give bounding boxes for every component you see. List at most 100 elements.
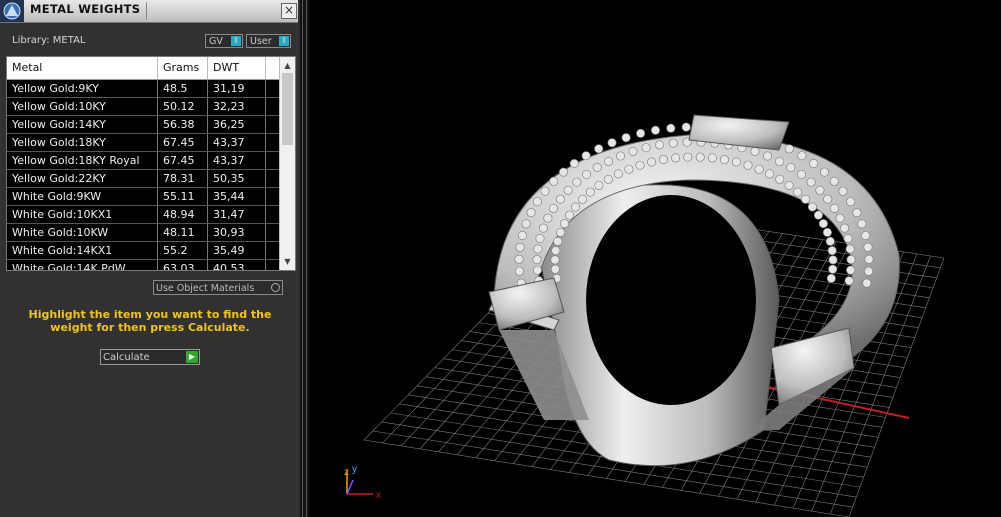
pave-stone (681, 122, 691, 132)
calculate-button[interactable]: Calculate ▶ (100, 349, 200, 365)
pave-stone (650, 125, 660, 135)
table-row[interactable]: Yellow Gold:14KY 56.38 36,25 (7, 116, 279, 134)
pave-stone (624, 164, 634, 174)
use-object-materials-toggle[interactable]: Use Object Materials (153, 280, 283, 295)
cell-dwt: 43,37 (208, 152, 266, 169)
pave-stone (844, 276, 854, 286)
table-row[interactable]: Yellow Gold:18KY Royal 67.45 43,37 (7, 152, 279, 170)
pave-stone (532, 197, 542, 207)
cell-metal: Yellow Gold:18KY Royal (7, 152, 158, 169)
column-header-grams[interactable]: Grams (158, 57, 208, 79)
radio-indicator-icon (271, 283, 280, 292)
table-scrollbar[interactable]: ▲ ▼ (279, 57, 295, 270)
pave-stone (532, 255, 542, 265)
pave-stone (800, 194, 810, 204)
cell-grams: 78.31 (158, 170, 208, 187)
pave-stone (641, 143, 651, 153)
pave-stone (784, 144, 794, 154)
cell-grams: 67.45 (158, 134, 208, 151)
pave-stone (550, 255, 560, 265)
pave-stone (577, 194, 587, 204)
pave-stone (594, 144, 604, 154)
scroll-up-icon[interactable]: ▲ (282, 60, 293, 71)
pave-stone (857, 219, 867, 229)
cell-metal: Yellow Gold:18KY (7, 134, 158, 151)
table-row[interactable]: White Gold:10KW 48.11 30,93 (7, 224, 279, 242)
pave-stone (822, 227, 832, 237)
pave-stone (784, 180, 794, 190)
pave-stone (829, 176, 839, 186)
pave-stone (754, 164, 764, 174)
column-header-metal[interactable]: Metal (7, 57, 158, 79)
cell-dwt: 32,23 (208, 98, 266, 115)
pave-stone (621, 133, 631, 143)
table-row[interactable]: White Gold:14KX1 55.2 35,49 (7, 242, 279, 260)
pave-stone (852, 208, 862, 218)
pave-stone (559, 167, 569, 177)
pave-stone (668, 138, 678, 148)
table-body: Yellow Gold:9KY 48.5 31,19 Yellow Gold:10KY… (7, 80, 279, 270)
pave-stone (774, 156, 784, 166)
pave-stone (863, 242, 873, 252)
table-row[interactable]: Yellow Gold:10KY 50.12 32,23 (7, 98, 279, 116)
cell-dwt: 30,93 (208, 224, 266, 241)
table-row[interactable]: Yellow Gold:18KY 67.45 43,37 (7, 134, 279, 152)
pave-stone (571, 202, 581, 212)
pave-stone (569, 159, 579, 169)
calculate-label: Calculate (103, 352, 150, 363)
pave-stone (827, 246, 837, 256)
user-toggle[interactable]: User I (246, 34, 291, 48)
cell-grams: 67.45 (158, 152, 208, 169)
axis-label-x: x (376, 490, 381, 501)
pave-stone (514, 266, 524, 276)
cell-dwt: 50,35 (208, 170, 266, 187)
pave-stone (813, 210, 823, 220)
close-button[interactable]: × (281, 3, 297, 19)
pave-stone (555, 194, 565, 204)
cell-metal: White Gold:14KX1 (7, 242, 158, 259)
pave-stone (532, 265, 542, 275)
pave-stone (797, 151, 807, 161)
table-row[interactable]: Yellow Gold:22KY 78.31 50,35 (7, 170, 279, 188)
pave-stone (556, 227, 566, 237)
cell-grams: 48.94 (158, 206, 208, 223)
pave-stone (861, 231, 871, 241)
pave-stone (658, 155, 668, 165)
scroll-down-icon[interactable]: ▼ (282, 256, 293, 267)
pave-stone (551, 246, 561, 256)
pave-stone (594, 180, 604, 190)
panel-splitter[interactable] (300, 0, 309, 517)
pave-stone (592, 163, 602, 173)
pave-stone (829, 203, 839, 213)
3d-viewport[interactable]: z y x (309, 0, 1001, 517)
pave-stone (838, 186, 848, 196)
pave-stone (695, 152, 705, 162)
scroll-thumb[interactable] (282, 73, 293, 145)
pave-stone (565, 210, 575, 220)
pave-stone (526, 208, 536, 218)
pave-stone (806, 177, 816, 187)
pave-stone (843, 234, 853, 244)
pave-stone (582, 170, 592, 180)
ring-model (488, 114, 900, 467)
pave-stone (550, 264, 560, 274)
cell-metal: Yellow Gold:14KY (7, 116, 158, 133)
pave-stone (828, 264, 838, 274)
metal-table: Metal Grams DWT Yellow Gold:9KY 48.5 31,19… (6, 56, 296, 271)
table-row[interactable]: White Gold:14K PdW 63.03 40,53 (7, 260, 279, 270)
axis-gizmo: z y x (344, 464, 381, 501)
cell-dwt: 35,49 (208, 242, 266, 259)
table-row[interactable]: Yellow Gold:9KY 48.5 31,19 (7, 80, 279, 98)
pave-stone (521, 219, 531, 229)
cell-metal: White Gold:10KX1 (7, 206, 158, 223)
pave-stone (543, 213, 553, 223)
column-header-dwt[interactable]: DWT (208, 57, 266, 79)
pave-stone (818, 219, 828, 229)
pave-stone (607, 138, 617, 148)
table-row[interactable]: White Gold:9KW 55.11 35,44 (7, 188, 279, 206)
cell-metal: White Gold:14K PdW (7, 260, 158, 270)
gv-toggle[interactable]: GV I (205, 34, 243, 48)
cell-metal: Yellow Gold:10KY (7, 98, 158, 115)
pave-stone (743, 160, 753, 170)
table-row[interactable]: White Gold:10KX1 48.94 31,47 (7, 206, 279, 224)
